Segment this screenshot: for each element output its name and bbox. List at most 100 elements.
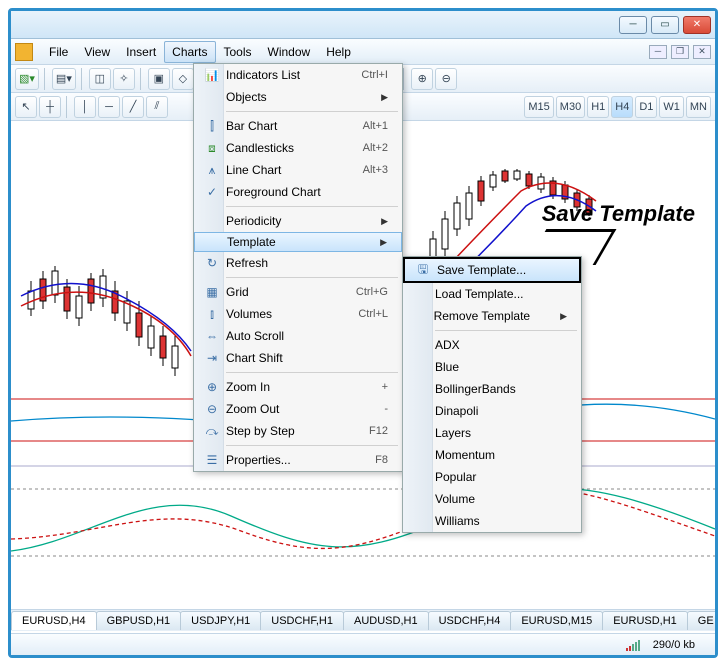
vline-button[interactable]: │: [74, 96, 96, 118]
menu-item-indicators-list[interactable]: 📊Indicators ListCtrl+I: [194, 64, 402, 86]
menu-item-label: Properties...: [226, 453, 375, 467]
menu-item-load-template[interactable]: Load Template...: [403, 283, 581, 305]
menu-charts[interactable]: Charts: [164, 41, 215, 63]
menu-item-bollingerbands[interactable]: BollingerBands: [403, 378, 581, 400]
menu-item-foreground-chart[interactable]: ✓Foreground Chart: [194, 181, 402, 203]
menu-item-label: Auto Scroll: [226, 329, 388, 343]
mdi-restore-button[interactable]: ❐: [671, 45, 689, 59]
close-button[interactable]: ✕: [683, 16, 711, 34]
menu-item-objects[interactable]: Objects▶: [194, 86, 402, 108]
new-order-button[interactable]: ▣: [148, 68, 170, 90]
cursor-button[interactable]: ↖: [15, 96, 37, 118]
menu-item-layers[interactable]: Layers: [403, 422, 581, 444]
menu-item-candlesticks[interactable]: ⧈CandlesticksAlt+2: [194, 137, 402, 159]
menu-insert[interactable]: Insert: [118, 41, 164, 63]
timeframe-m15[interactable]: M15: [524, 96, 553, 118]
menu-item-label: Remove Template: [434, 309, 561, 323]
menu-item-line-chart[interactable]: ⩚Line ChartAlt+3: [194, 159, 402, 181]
menu-item-auto-scroll[interactable]: ⇔Auto Scroll: [194, 325, 402, 347]
crosshair-button[interactable]: ┼: [39, 96, 61, 118]
menu-help[interactable]: Help: [318, 41, 359, 63]
menu-item-icon: ✓: [198, 185, 226, 199]
timeframe-w1[interactable]: W1: [659, 96, 684, 118]
channel-button[interactable]: ⫽: [146, 96, 168, 118]
menu-file[interactable]: File: [41, 41, 76, 63]
tab-eurusd-m15[interactable]: EURUSD,M15: [510, 611, 603, 630]
menu-item-label: Candlesticks: [226, 141, 363, 155]
menu-item-label: Template: [227, 235, 380, 249]
menu-item-williams[interactable]: Williams: [403, 510, 581, 532]
menu-item-label: Indicators List: [226, 68, 361, 82]
menu-item-template[interactable]: Template▶: [194, 232, 402, 252]
menu-item-volume[interactable]: Volume: [403, 488, 581, 510]
timeframe-mn[interactable]: MN: [686, 96, 711, 118]
tab-eurusd-h1[interactable]: EURUSD,H1: [602, 611, 688, 630]
menu-item-label: Grid: [226, 285, 356, 299]
menu-item-refresh[interactable]: ↻Refresh: [194, 252, 402, 274]
menu-item-step-by-step[interactable]: ⤼Step by StepF12: [194, 420, 402, 442]
menu-item-zoom-out[interactable]: ⊖Zoom Out-: [194, 398, 402, 420]
menu-item-volumes[interactable]: ⫾VolumesCtrl+L: [194, 303, 402, 325]
menu-item-blue[interactable]: Blue: [403, 356, 581, 378]
mdi-minimize-button[interactable]: ─: [649, 45, 667, 59]
menu-item-label: Popular: [435, 470, 567, 484]
tab-usdchf-h1[interactable]: USDCHF,H1: [260, 611, 344, 630]
menu-item-label: Refresh: [226, 256, 388, 270]
menu-item-adx[interactable]: ADX: [403, 334, 581, 356]
charts-menu: 📊Indicators ListCtrl+IObjects▶ ⫿Bar Chart…: [193, 63, 403, 472]
menu-item-label: Load Template...: [435, 287, 567, 301]
menu-item-label: Step by Step: [226, 424, 369, 438]
market-watch-button[interactable]: ◫: [89, 68, 111, 90]
menu-item-icon: ▦: [198, 285, 226, 299]
timeframe-h1[interactable]: H1: [587, 96, 609, 118]
app-window: ─ ▭ ✕ FileViewInsertChartsToolsWindowHel…: [8, 8, 718, 658]
timeframe-d1[interactable]: D1: [635, 96, 657, 118]
tab-audusd-h1[interactable]: AUDUSD,H1: [343, 611, 429, 630]
tab-eurusd-h4[interactable]: EURUSD,H4: [11, 611, 97, 630]
tab-usdjpy-h1[interactable]: USDJPY,H1: [180, 611, 261, 630]
trendline-button[interactable]: ╱: [122, 96, 144, 118]
titlebar: ─ ▭ ✕: [11, 11, 715, 39]
chart-tabs: EURUSD,H4GBPUSD,H1USDJPY,H1USDCHF,H1AUDU…: [11, 609, 715, 631]
menu-item-chart-shift[interactable]: ⇥Chart Shift: [194, 347, 402, 369]
menu-item-zoom-in[interactable]: ⊕Zoom In+: [194, 376, 402, 398]
tab-ge[interactable]: GE: [687, 611, 715, 630]
zoom-out-button[interactable]: ⊖: [435, 68, 457, 90]
minimize-button[interactable]: ─: [619, 16, 647, 34]
navigator-button[interactable]: ✧: [113, 68, 135, 90]
metaeditor-button[interactable]: ◇: [172, 68, 194, 90]
menu-item-label: Periodicity: [226, 214, 381, 228]
tab-usdchf-h4[interactable]: USDCHF,H4: [428, 611, 512, 630]
maximize-button[interactable]: ▭: [651, 16, 679, 34]
menu-item-grid[interactable]: ▦GridCtrl+G: [194, 281, 402, 303]
menu-item-label: ADX: [435, 338, 567, 352]
menu-item-icon: ⧈: [198, 141, 226, 156]
tab-gbpusd-h1[interactable]: GBPUSD,H1: [96, 611, 182, 630]
menu-item-periodicity[interactable]: Periodicity▶: [194, 210, 402, 232]
new-chart-button[interactable]: ▧▾: [15, 68, 39, 90]
menu-item-bar-chart[interactable]: ⫿Bar ChartAlt+1: [194, 115, 402, 137]
menu-window[interactable]: Window: [260, 41, 319, 63]
menu-item-icon: ↻: [198, 256, 226, 270]
network-status: 290/0 kb: [653, 639, 695, 651]
profiles-button[interactable]: ▤▾: [52, 68, 76, 90]
menu-item-properties[interactable]: ☰Properties...F8: [194, 449, 402, 471]
timeframe-h4[interactable]: H4: [611, 96, 633, 118]
mdi-close-button[interactable]: ✕: [693, 45, 711, 59]
timeframe-m30[interactable]: M30: [556, 96, 585, 118]
menu-item-label: Volumes: [226, 307, 358, 321]
menu-item-label: Williams: [435, 514, 567, 528]
menu-item-label: Blue: [435, 360, 567, 374]
menu-item-label: Dinapoli: [435, 404, 567, 418]
menu-item-popular[interactable]: Popular: [403, 466, 581, 488]
menu-item-momentum[interactable]: Momentum: [403, 444, 581, 466]
menu-tools[interactable]: Tools: [216, 41, 260, 63]
hline-button[interactable]: ─: [98, 96, 120, 118]
menu-item-label: Chart Shift: [226, 351, 388, 365]
menu-view[interactable]: View: [76, 41, 118, 63]
menu-item-dinapoli[interactable]: Dinapoli: [403, 400, 581, 422]
zoom-in-button[interactable]: ⊕: [411, 68, 433, 90]
menu-item-label: Zoom Out: [226, 402, 384, 416]
menu-item-remove-template[interactable]: Remove Template▶: [403, 305, 581, 327]
menu-item-icon: 🖫: [409, 260, 437, 281]
